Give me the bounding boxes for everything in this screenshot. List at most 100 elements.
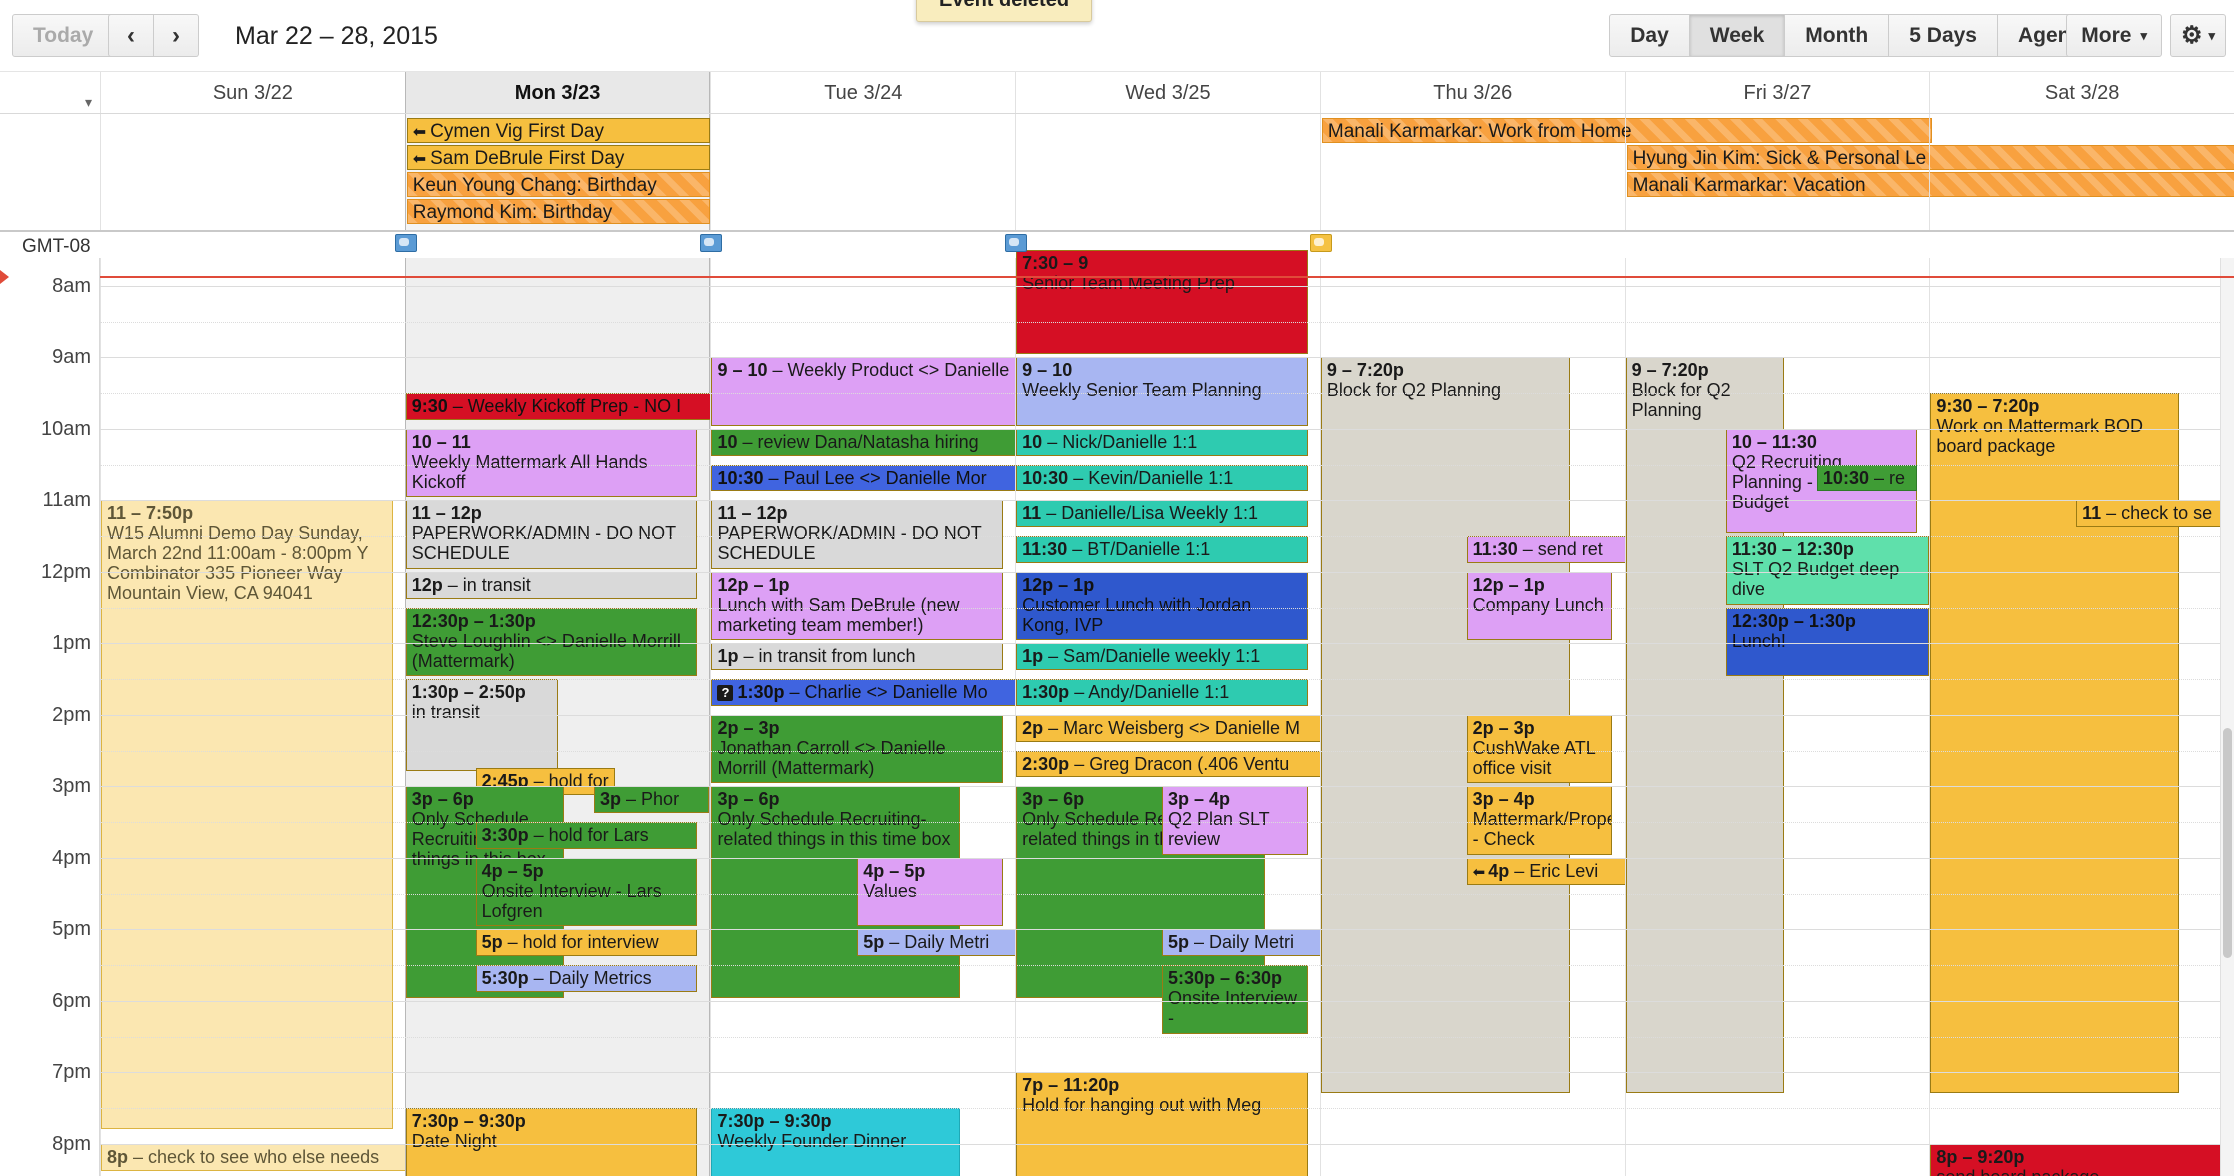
calendar-event[interactable]: 2p – 3p CushWake ATL office visit bbox=[1466, 714, 1613, 784]
all-day-event[interactable]: ⬅ Cymen Vig First Day bbox=[406, 118, 711, 143]
calendar-event[interactable]: 9 – 10 – Weekly Product <> Danielle Sync bbox=[711, 357, 1022, 426]
day-column-6[interactable]: 9:30 – 7:20p Work on Mattermark BOD board… bbox=[1929, 258, 2234, 1176]
day-header-5[interactable]: Fri 3/27 bbox=[1624, 72, 1930, 113]
calendar-event[interactable]: 2:30p – Greg Dracon (.406 Ventu bbox=[1016, 750, 1326, 778]
calendar-event[interactable]: 12p – in transit bbox=[405, 571, 698, 599]
calendar-event[interactable]: 3:30p – hold for Lars bbox=[475, 822, 698, 849]
calendar-event[interactable]: 3p – 4pMattermark/Propeller - Check bbox=[1466, 786, 1613, 855]
calendar-event[interactable]: 5p – hold for interview bbox=[475, 929, 698, 957]
event-title: – Eric Levi bbox=[1509, 860, 1599, 881]
calendar-event[interactable]: 12p – 1p Customer Lunch with Jordan Kong,… bbox=[1016, 571, 1308, 641]
allday-column-6[interactable] bbox=[1929, 114, 2234, 230]
calendar-event[interactable]: 10 – review Dana/Natasha hiring bbox=[711, 428, 1022, 456]
calendar-event[interactable]: 7:30p – 9:30p Date Night bbox=[405, 1108, 698, 1176]
view-button-month[interactable]: Month bbox=[1785, 14, 1890, 57]
today-button[interactable]: Today bbox=[12, 14, 115, 57]
allday-column-5[interactable]: Hyung Jin Kim: Sick & Personal Le Manali … bbox=[1624, 114, 2234, 230]
calendar-event[interactable]: 11 – Danielle/Lisa Weekly 1:1 bbox=[1016, 500, 1308, 528]
weather-icon[interactable] bbox=[1005, 234, 1028, 252]
allday-column-0[interactable] bbox=[100, 114, 405, 230]
all-day-event[interactable]: ⬅ Sam DeBrule First Day bbox=[406, 145, 711, 170]
calendar-event[interactable]: 12:30p – 1:30p Lunch! bbox=[1725, 607, 1930, 676]
calendar-event[interactable]: 7:30 – 9 Senior Team Meeting Prep bbox=[1016, 250, 1308, 355]
calendar-event[interactable]: 5:30p – Daily Metrics bbox=[475, 965, 698, 992]
next-week-button[interactable]: › bbox=[154, 14, 199, 57]
day-column-3[interactable]: 7:30 – 9 Senior Team Meeting Prep 9 – 10 We… bbox=[1005, 234, 1326, 1176]
calendar-event[interactable]: 4p – 5p Onsite Interview - Lars Lofgren bbox=[475, 857, 698, 927]
calendar-event[interactable]: 2p – Marc Weisberg <> Danielle M bbox=[1016, 714, 1326, 742]
day-column-5[interactable]: 9 – 7:20p Block for Q2 Planning 10 – 11:30… bbox=[1624, 258, 1930, 1176]
settings-button[interactable]: ⚙ ▾ bbox=[2169, 14, 2226, 57]
calendar-event[interactable]: 10:30 – Paul Lee <> Danielle Mor bbox=[711, 464, 1022, 492]
calendar-event[interactable]: 12p – 1p Company Lunch bbox=[1466, 571, 1613, 641]
calendar-event[interactable]: 3p – Phor bbox=[594, 786, 710, 814]
calendar-event[interactable]: 12p – 1p Lunch with Sam DeBrule (new mark… bbox=[711, 571, 1003, 641]
calendar-event[interactable]: 1:30p – Andy/Danielle 1:1 bbox=[1016, 679, 1308, 706]
event-time: 12p – 1p bbox=[1022, 574, 1095, 595]
event-title: – Kevin/Danielle 1:1 bbox=[1068, 467, 1234, 488]
calendar-event[interactable]: 10:30 – Kevin/Danielle 1:1 bbox=[1016, 464, 1308, 492]
calendar-event[interactable]: 9:30 – 7:20p Work on Mattermark BOD board… bbox=[1930, 393, 2180, 1094]
day-header-4[interactable]: Thu 3/26 bbox=[1319, 72, 1625, 113]
calendar-event[interactable]: 1p – Sam/Danielle weekly 1:1 bbox=[1016, 643, 1308, 671]
scrollbar-thumb[interactable] bbox=[2223, 728, 2232, 958]
weather-icon[interactable] bbox=[700, 234, 723, 252]
calendar-event[interactable]: 5p – Daily Metri bbox=[1161, 929, 1326, 957]
event-title: – Sam/Danielle weekly 1:1 bbox=[1043, 646, 1261, 667]
sun-icon[interactable] bbox=[1309, 234, 1332, 252]
day-header-3[interactable]: Wed 3/25 bbox=[1015, 72, 1320, 113]
allday-column-1[interactable]: ⬅ Cymen Vig First Day ⬅ Sam DeBrule First D… bbox=[404, 114, 711, 230]
previous-week-button[interactable]: ‹ bbox=[108, 14, 154, 57]
day-header-1[interactable]: Mon 3/23 bbox=[404, 72, 711, 113]
calendar-event[interactable]: 3p – 4p Q2 Plan SLT review bbox=[1161, 786, 1308, 855]
calendar-event[interactable]: 7p – 11:20p Hold for hanging out with Meg bbox=[1016, 1072, 1308, 1176]
collapse-arrow-icon[interactable]: ▾ bbox=[85, 94, 92, 111]
calendar-event[interactable]: 11 – 12p PAPERWORK/ADMIN - DO NOT SCHEDUL… bbox=[711, 500, 1003, 569]
allday-column-2[interactable] bbox=[710, 114, 1015, 230]
calendar-event[interactable]: 12:30p – 1:30p Steve Loughlin <> Danielle… bbox=[405, 607, 698, 676]
day-header-2[interactable]: Tue 3/24 bbox=[710, 72, 1015, 113]
calendar-event[interactable]: 1p – in transit from lunch bbox=[711, 643, 1003, 671]
day-column-4[interactable]: 9 – 7:20p Block for Q2 Planning 11:30 – se… bbox=[1309, 234, 1631, 1176]
calendar-event[interactable]: 10 – Nick/Danielle 1:1 bbox=[1016, 428, 1308, 456]
calendar-event[interactable]: 11:30 – send ret bbox=[1466, 536, 1631, 563]
hour-gutter: 8am 9am 10am 11am 12pm 1pm 2pm 3pm 4pm 5pm 6pm 7pm 8… bbox=[0, 258, 100, 1176]
vertical-scrollbar[interactable] bbox=[2220, 258, 2234, 1176]
date-nav-group: ‹ › bbox=[108, 14, 199, 57]
event-title: SLT Q2 Budget deep dive bbox=[1731, 559, 1900, 599]
all-day-event[interactable]: Keun Young Chang: Birthday bbox=[406, 172, 711, 197]
day-column-0[interactable]: 11 – 7:50p W15 Alumni Demo Day Sunday, Ma… bbox=[100, 258, 508, 1176]
calendar-event[interactable]: 11:30 – BT/Danielle 1:1 bbox=[1016, 536, 1308, 563]
allday-column-3[interactable] bbox=[1015, 114, 1320, 230]
calendar-event[interactable]: 9 – 10 Weekly Senior Team Planning bbox=[1016, 357, 1308, 426]
calendar-event[interactable]: 7:30p – 9:30p Weekly Founder Dinner bbox=[711, 1108, 961, 1176]
all-day-event[interactable]: Raymond Kim: Birthday bbox=[406, 199, 711, 224]
event-time: 11:30 bbox=[1472, 539, 1518, 559]
calendar-event[interactable]: 1:30p – 2:50p in transit bbox=[405, 679, 558, 772]
calendar-event[interactable]: 4p – 5p Values bbox=[857, 857, 1003, 927]
allday-column-4[interactable]: Manali Karmarkar: Work from Home bbox=[1319, 114, 1933, 230]
day-header-label: Fri 3/27 bbox=[1743, 82, 1812, 104]
day-column-2[interactable]: 9 – 10 – Weekly Product <> Danielle Sync… bbox=[700, 234, 1022, 1176]
calendar-event[interactable]: 10:30 – re bbox=[1816, 464, 1918, 492]
view-button-5days[interactable]: 5 Days bbox=[1889, 14, 1998, 57]
calendar-event[interactable]: 11 – 7:50p W15 Alumni Demo Day Sunday, Ma… bbox=[101, 500, 393, 1129]
day-column-1[interactable]: 9:30 – Weekly Kickoff Prep - NO I 10 – 11… bbox=[394, 234, 862, 1176]
calendar-event[interactable]: 11 – 12p PAPERWORK/ADMIN - DO NOT SCHEDUL… bbox=[405, 500, 698, 569]
more-button[interactable]: More ▾ bbox=[2066, 14, 2162, 57]
calendar-event[interactable]: 5:30p – 6:30p Onsite Interview - bbox=[1161, 965, 1308, 1034]
day-header-0[interactable]: Sun 3/22 bbox=[100, 72, 405, 113]
calendar-event[interactable]: 5p – Daily Metri bbox=[857, 929, 1022, 957]
calendar-event[interactable]: 8p – 9:20psend board package bbox=[1930, 1143, 2222, 1176]
day-header-6[interactable]: Sat 3/28 bbox=[1929, 72, 2234, 113]
view-button-day[interactable]: Day bbox=[1609, 14, 1690, 57]
view-button-week[interactable]: Week bbox=[1689, 14, 1786, 57]
calendar-event[interactable]: 11 – check to se bbox=[2076, 500, 2234, 528]
calendar-event[interactable]: 10 – 11 Weekly Mattermark All Hands Kicko… bbox=[405, 428, 698, 498]
calendar-event[interactable]: ⬅ 4p – Eric Levi bbox=[1466, 857, 1631, 885]
weather-icon[interactable] bbox=[394, 234, 417, 252]
calendar-event[interactable]: 2p – 3p Jonathan Carroll <> Danielle Morr… bbox=[711, 714, 1003, 784]
calendar-event[interactable]: ? 1:30p – Charlie <> Danielle Mo bbox=[711, 679, 1022, 706]
calendar-event[interactable]: 11:30 – 12:30p SLT Q2 Budget deep dive bbox=[1725, 536, 1930, 605]
grid-scroll-area[interactable]: 8am 9am 10am 11am 12pm 1pm 2pm 3pm 4pm 5pm 6pm 7pm 8… bbox=[0, 234, 2234, 1176]
